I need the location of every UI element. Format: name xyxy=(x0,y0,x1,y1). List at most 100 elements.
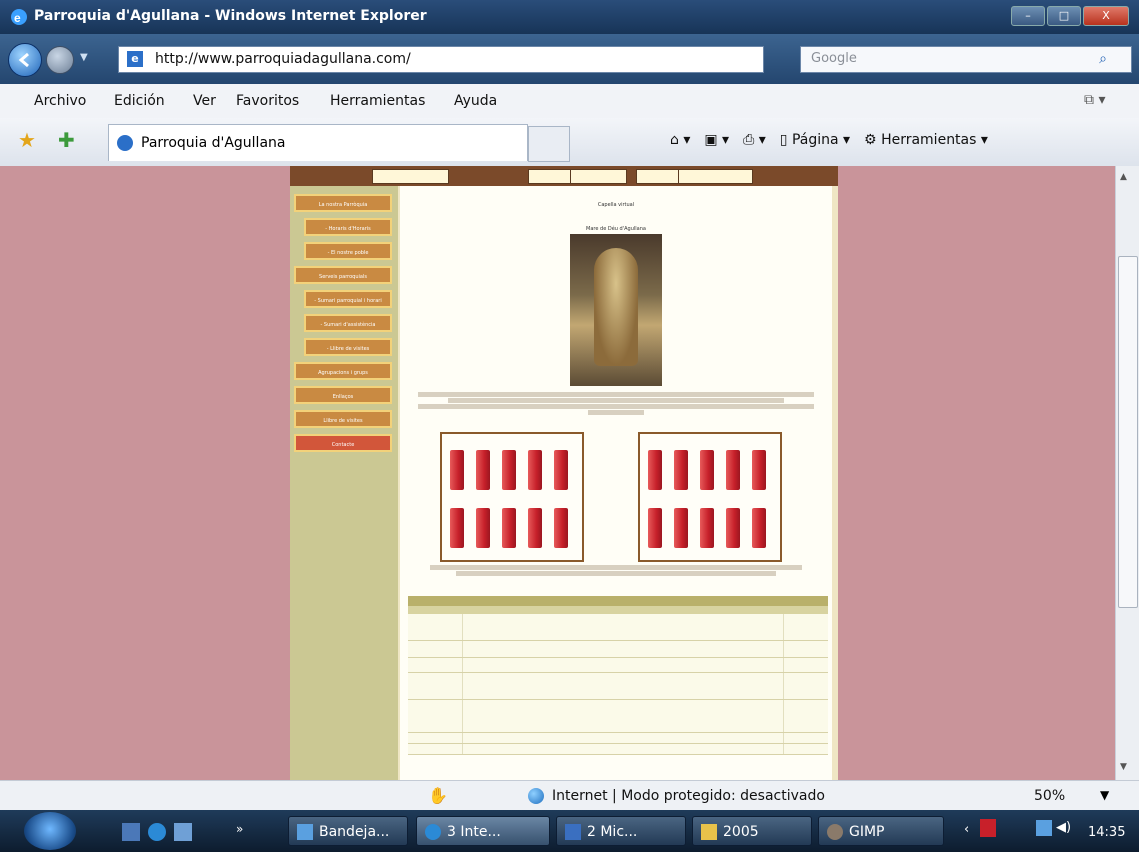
toolbar-options-icon[interactable]: ⧉ ▾ xyxy=(1084,92,1105,108)
task-label: 2 Mic... xyxy=(587,824,638,840)
description-text xyxy=(418,391,814,416)
candle[interactable] xyxy=(700,450,714,490)
task-gimp[interactable]: GIMP xyxy=(818,816,944,846)
menu-edicion[interactable]: Edición xyxy=(114,93,165,109)
scroll-down-icon[interactable]: ▼ xyxy=(1120,762,1127,772)
candle[interactable] xyxy=(502,508,516,548)
intentions-table-header xyxy=(408,606,828,614)
statue-figure xyxy=(594,248,638,366)
candle[interactable] xyxy=(450,450,464,490)
candle[interactable] xyxy=(502,450,516,490)
security-zone-text[interactable]: Internet | Modo protegido: desactivado xyxy=(552,788,825,804)
top-field-3[interactable] xyxy=(570,169,627,184)
menu-herramientas[interactable]: Herramientas xyxy=(330,93,425,109)
network-icon[interactable] xyxy=(1036,820,1052,836)
ie-quicklaunch-icon[interactable] xyxy=(148,823,166,841)
search-input[interactable]: Google ⌕ xyxy=(800,46,1132,73)
tools-menu[interactable]: ⚙ Herramientas ▾ xyxy=(864,132,988,148)
candle[interactable] xyxy=(674,508,688,548)
candle-box-right xyxy=(638,432,782,562)
top-field-5[interactable] xyxy=(678,169,753,184)
sidebar-item-sumari[interactable]: - Sumari parroquial i horari xyxy=(304,290,392,308)
top-field-2[interactable] xyxy=(528,169,571,184)
candle[interactable] xyxy=(726,450,740,490)
task-internet-explorer[interactable]: 3 Inte... xyxy=(416,816,550,846)
print-icon[interactable]: ⎙ ▾ xyxy=(743,132,766,148)
candle[interactable] xyxy=(726,508,740,548)
candle[interactable] xyxy=(700,508,714,548)
sidebar-item-horaris[interactable]: - Horaris d'Horaris xyxy=(304,218,392,236)
start-button[interactable] xyxy=(24,812,76,850)
candle[interactable] xyxy=(476,450,490,490)
tab-parroquia[interactable]: Parroquia d'Agullana xyxy=(108,124,528,161)
minimize-button[interactable]: – xyxy=(1011,6,1045,26)
add-favorites-icon[interactable]: ✚ xyxy=(58,128,75,152)
sidebar-item-poble[interactable]: - El nostre poble xyxy=(304,242,392,260)
table-row xyxy=(408,641,828,658)
scroll-up-icon[interactable]: ▲ xyxy=(1120,172,1127,182)
menu-archivo[interactable]: Archivo xyxy=(34,93,86,109)
page-menu-label: Página xyxy=(791,132,839,148)
candle[interactable] xyxy=(450,508,464,548)
url-text: http://www.parroquiadagullana.com/ xyxy=(155,51,411,67)
sidebar-item-assistencia[interactable]: - Sumari d'assistència xyxy=(304,314,392,332)
candle[interactable] xyxy=(528,450,542,490)
task-label: 2005 xyxy=(723,824,759,840)
url-field[interactable]: e http://www.parroquiadagullana.com/ ▾ ⟳… xyxy=(118,46,867,73)
volume-icon[interactable]: ◀) xyxy=(1056,820,1071,835)
candle[interactable] xyxy=(752,450,766,490)
zoom-dropdown-icon[interactable]: ▼ xyxy=(1100,788,1109,802)
sidebar-item-visites-sub[interactable]: - Llibre de visites xyxy=(304,338,392,356)
menu-ver[interactable]: Ver xyxy=(193,93,216,109)
favorites-center-icon[interactable]: ★ xyxy=(18,128,36,152)
top-field-4[interactable] xyxy=(636,169,681,184)
show-desktop-icon[interactable] xyxy=(122,823,140,841)
scroll-thumb[interactable] xyxy=(1118,256,1138,608)
maximize-button[interactable]: □ xyxy=(1047,6,1081,26)
candle[interactable] xyxy=(674,450,688,490)
zoom-level[interactable]: 50% xyxy=(1034,788,1065,804)
candle[interactable] xyxy=(476,508,490,548)
forward-button[interactable] xyxy=(46,46,74,74)
sidebar-item-visites[interactable]: Llibre de visites xyxy=(294,410,392,428)
history-dropdown-icon[interactable]: ▼ xyxy=(80,52,88,63)
candle[interactable] xyxy=(752,508,766,548)
feeds-icon[interactable]: ▣ ▾ xyxy=(704,132,729,148)
antivirus-icon[interactable] xyxy=(980,819,996,837)
tray-arrow-icon[interactable]: ‹ xyxy=(964,822,969,837)
home-icon[interactable]: ⌂ ▾ xyxy=(670,132,690,148)
task-folder-2005[interactable]: 2005 xyxy=(692,816,812,846)
tab-favicon-icon xyxy=(117,135,133,151)
candle[interactable] xyxy=(554,508,568,548)
candle[interactable] xyxy=(648,508,662,548)
sidebar-item-enllacos[interactable]: Enllaços xyxy=(294,386,392,404)
menu-ayuda[interactable]: Ayuda xyxy=(454,93,497,109)
candle[interactable] xyxy=(554,450,568,490)
sidebar-item-parroquia[interactable]: La nostra Parròquia xyxy=(294,194,392,212)
close-button[interactable]: X xyxy=(1083,6,1129,26)
page-menu[interactable]: ▯ Página ▾ xyxy=(780,132,850,148)
vertical-scrollbar[interactable]: ▲ ▼ xyxy=(1115,166,1139,780)
web-content: La nostra Parròquia - Horaris d'Horaris … xyxy=(0,166,1115,780)
new-tab-button[interactable] xyxy=(528,126,570,162)
sidebar-item-serveis[interactable]: Serveis parroquials xyxy=(294,266,392,284)
back-button[interactable] xyxy=(8,43,42,77)
window-title: Parroquia d'Agullana - Windows Internet … xyxy=(34,8,427,24)
candle[interactable] xyxy=(528,508,542,548)
task-word[interactable]: 2 Mic... xyxy=(556,816,686,846)
menu-favoritos[interactable]: Favoritos xyxy=(236,93,299,109)
title-bar: e Parroquia d'Agullana - Windows Interne… xyxy=(0,0,1139,34)
quicklaunch-overflow-icon[interactable]: » xyxy=(236,822,243,836)
sidebar-item-grups[interactable]: Agrupacions i grups xyxy=(294,362,392,380)
task-bandeja[interactable]: Bandeja... xyxy=(288,816,408,846)
candle[interactable] xyxy=(648,450,662,490)
switch-windows-icon[interactable] xyxy=(174,823,192,841)
sidebar-item-contacte[interactable]: Contacte xyxy=(294,434,392,452)
popup-blocker-icon[interactable]: ✋ xyxy=(428,786,448,805)
top-field-1[interactable] xyxy=(372,169,449,184)
search-icon[interactable]: ⌕ xyxy=(1099,51,1107,67)
status-bar: ✋ Internet | Modo protegido: desactivado… xyxy=(0,780,1139,811)
clock[interactable]: 14:35 xyxy=(1088,825,1125,840)
globe-icon xyxy=(528,788,544,804)
candle-note xyxy=(410,564,822,577)
